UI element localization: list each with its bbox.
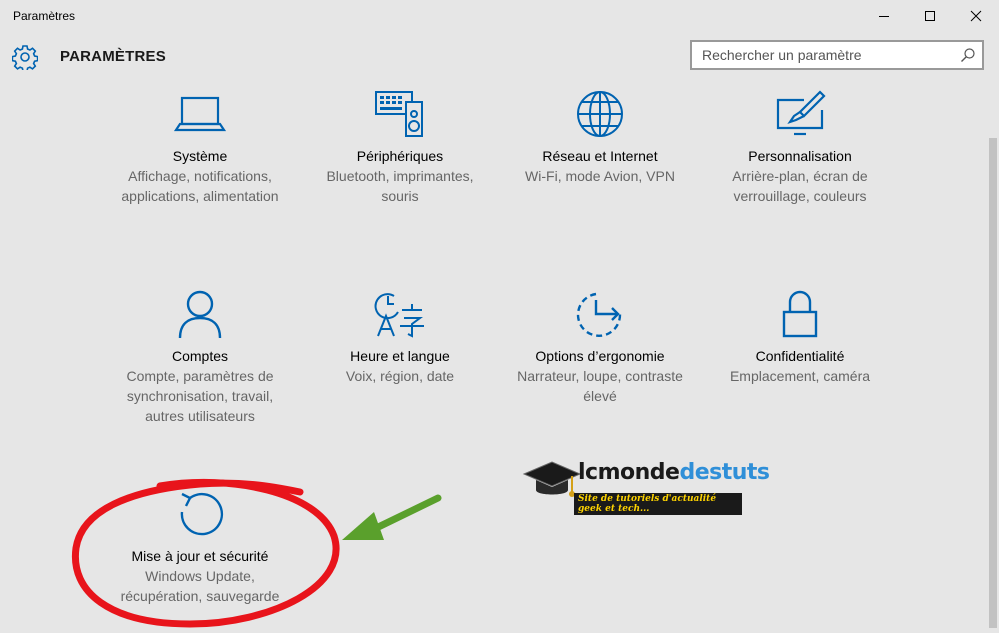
tile-peripheriques[interactable]: Périphériques Bluetooth, imprimantes, so…: [300, 90, 500, 206]
tile-description: Compte, paramètres de synchronisation, t…: [126, 368, 274, 424]
watermark-title-part2: destuts: [679, 460, 770, 485]
tile-maj[interactable]: Mise à jour et sécurité Windows Update, …: [100, 490, 300, 606]
page-title: PARAMÈTRES: [60, 48, 166, 65]
lock-icon: [782, 290, 818, 338]
time-language-icon: [374, 293, 424, 338]
tile-description: Arrière-plan, écran de verrouillage, cou…: [732, 168, 868, 204]
tile-title: Système: [172, 148, 228, 164]
globe-icon: [577, 91, 623, 137]
graduation-cap-icon: [522, 461, 582, 497]
tile-title: Heure et langue: [350, 348, 450, 364]
tile-title: Réseau et Internet: [542, 148, 658, 164]
watermark-title: lcmondedestuts: [578, 460, 770, 485]
refresh-icon: [180, 492, 224, 536]
laptop-icon: [174, 96, 226, 132]
tile-systeme[interactable]: Système Affichage, notifications, applic…: [100, 90, 300, 206]
tile-ergonomie[interactable]: Options d’ergonomie Narrateur, loupe, co…: [500, 290, 700, 406]
tile-description: Windows Update, récupération, sauvegarde: [120, 568, 280, 604]
tile-description: Wi-Fi, mode Avion, VPN: [525, 168, 675, 184]
search-box[interactable]: [690, 40, 984, 70]
tile-confidentialite[interactable]: Confidentialité Emplacement, caméra: [700, 290, 900, 386]
scrollbar-thumb[interactable]: [989, 138, 997, 628]
gear-icon: [12, 45, 38, 70]
tile-reseau[interactable]: Réseau et Internet Wi-Fi, mode Avion, VP…: [500, 90, 700, 186]
window-title: Paramètres: [13, 9, 76, 23]
tile-comptes[interactable]: Comptes Compte, paramètres de synchronis…: [100, 290, 300, 426]
maximize-button[interactable]: [907, 0, 953, 32]
search-icon[interactable]: [960, 47, 976, 63]
keyboard-speaker-icon: [375, 91, 423, 137]
tile-title: Comptes: [171, 348, 229, 364]
tile-description: Affichage, notifications, applications, …: [121, 168, 279, 204]
annotation-green-arrowhead: [342, 512, 384, 540]
title-bar: Paramètres: [0, 0, 999, 32]
search-input[interactable]: [692, 42, 952, 68]
tile-description: Voix, région, date: [345, 368, 455, 384]
annotation-green-arrow: [364, 494, 442, 536]
tile-title: Périphériques: [356, 148, 444, 164]
watermark-title-part1: lcmonde: [578, 460, 680, 485]
tile-title: Confidentialité: [755, 348, 845, 364]
tile-title: Personnalisation: [748, 148, 852, 164]
tile-title: Mise à jour et sécurité: [131, 548, 269, 564]
minimize-icon: [879, 16, 889, 17]
tile-personnalisation[interactable]: Personnalisation Arrière-plan, écran de …: [700, 90, 900, 206]
paint-monitor-icon: [776, 90, 826, 136]
tile-description: Emplacement, caméra: [729, 368, 871, 384]
close-icon: [970, 10, 982, 22]
watermark-subtitle: Site de tutoriels d'actualité geek et te…: [574, 493, 742, 515]
minimize-button[interactable]: [861, 0, 907, 32]
maximize-icon: [925, 11, 935, 21]
ease-of-access-icon: [576, 292, 622, 337]
person-icon: [178, 290, 222, 338]
tile-description: Narrateur, loupe, contraste élevé: [517, 368, 683, 404]
tile-heure[interactable]: Heure et langue Voix, région, date: [300, 290, 500, 386]
scrollbar[interactable]: [986, 78, 999, 633]
tile-title: Options d’ergonomie: [535, 348, 665, 364]
watermark-logo: lcmondedestuts Site de tutoriels d'actua…: [522, 456, 770, 516]
close-button[interactable]: [953, 0, 999, 32]
tile-description: Bluetooth, imprimantes, souris: [326, 168, 474, 204]
